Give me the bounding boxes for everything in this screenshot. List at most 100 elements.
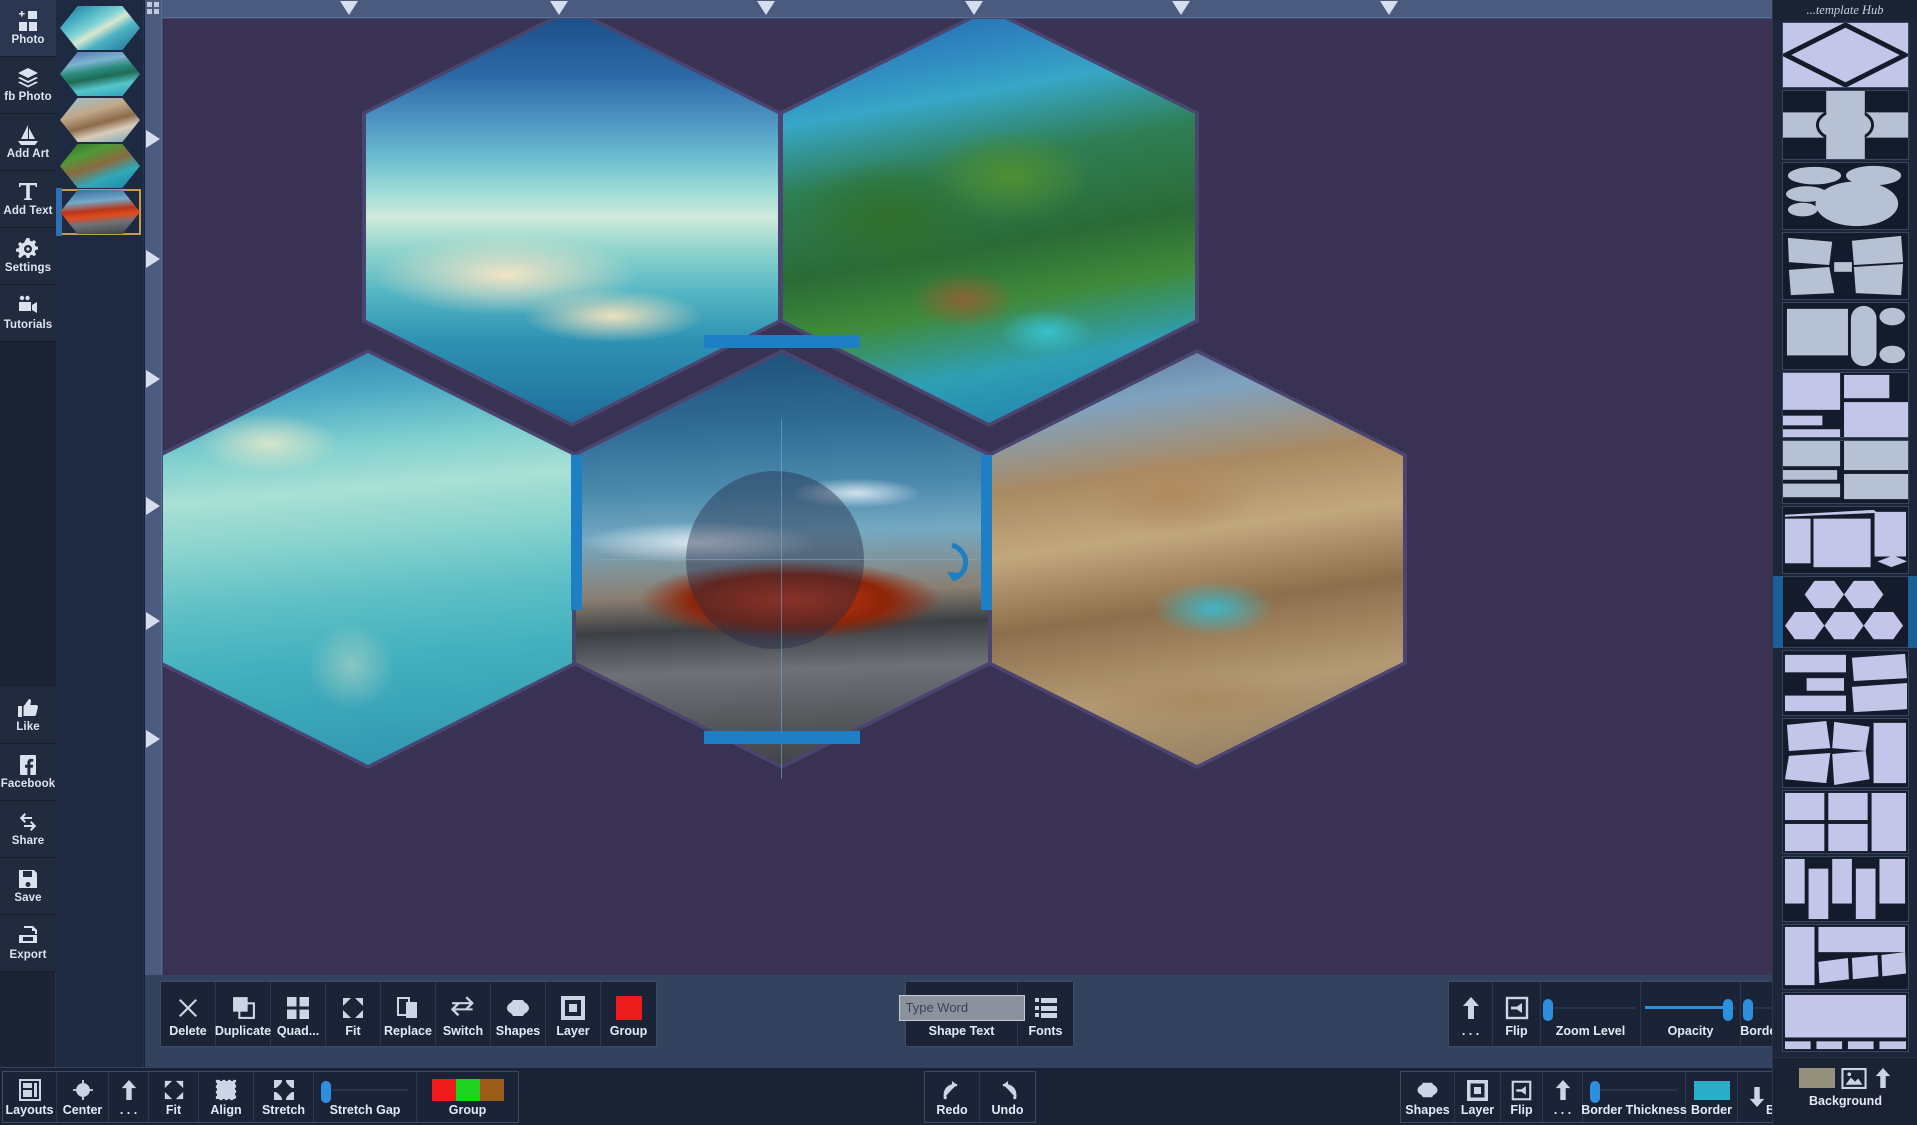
- quad-button[interactable]: Quad...: [271, 982, 326, 1046]
- template-blocks-a[interactable]: [1782, 372, 1909, 438]
- template-tilted-quads[interactable]: [1782, 232, 1909, 300]
- duplicate-button[interactable]: Duplicate: [215, 982, 271, 1046]
- undo-button[interactable]: Undo: [980, 1072, 1035, 1122]
- canvas-workspace[interactable]: [145, 0, 1772, 975]
- ruler-top[interactable]: [145, 0, 1772, 18]
- up-arrow-icon[interactable]: [1873, 1064, 1893, 1092]
- image-icon[interactable]: [1840, 1064, 1867, 1092]
- zoom-level-slider[interactable]: Zoom Level: [1541, 982, 1641, 1046]
- more-right-button[interactable]: . . .: [1543, 1072, 1583, 1122]
- sidebar-item-add-art[interactable]: Add Art: [0, 114, 56, 171]
- flip-button[interactable]: Flip: [1493, 982, 1541, 1046]
- slider-stretch-gap[interactable]: [318, 1076, 412, 1104]
- slider-zoom[interactable]: [1541, 991, 1640, 1025]
- replace-button[interactable]: Replace: [381, 982, 436, 1046]
- guide-marker-top[interactable]: [550, 1, 568, 15]
- redo-button[interactable]: Redo: [925, 1072, 980, 1122]
- opacity-slider[interactable]: Opacity: [1641, 982, 1741, 1046]
- template-pinwheel[interactable]: [1782, 718, 1909, 788]
- sidebar-item-export[interactable]: Export: [0, 915, 56, 972]
- slider-track-stretch-gap[interactable]: [318, 1076, 412, 1104]
- stretch-button[interactable]: Stretch: [254, 1072, 314, 1122]
- bg-color-swatch-icon[interactable]: [1798, 1064, 1835, 1092]
- guide-marker-left[interactable]: [146, 370, 160, 388]
- align-button[interactable]: Align: [199, 1072, 254, 1122]
- template-diamond[interactable]: [1782, 22, 1909, 88]
- template-rounded-mix[interactable]: [1782, 302, 1909, 370]
- border-thickness-bottom-slider[interactable]: Border Thickness: [1581, 1072, 1687, 1122]
- rotate-handle[interactable]: [944, 539, 978, 592]
- sidebar-item-like[interactable]: Like: [0, 687, 56, 744]
- resize-handle-left[interactable]: [571, 455, 582, 610]
- resize-handle-bottom[interactable]: [704, 731, 860, 744]
- template-angled-strip[interactable]: [1782, 924, 1909, 990]
- sidebar-item-tutorials[interactable]: Tutorials: [0, 285, 56, 342]
- guide-marker-left[interactable]: [146, 730, 160, 748]
- template-list[interactable]: [1773, 20, 1917, 1057]
- resize-handle-right[interactable]: [981, 455, 992, 610]
- layouts-button[interactable]: Layouts: [3, 1072, 57, 1122]
- grid-toggle-icon[interactable]: [147, 2, 160, 15]
- sidebar-item-share[interactable]: Share: [0, 801, 56, 858]
- guide-marker-left[interactable]: [146, 250, 160, 268]
- template-panorama[interactable]: [1782, 992, 1909, 1052]
- guide-marker-top[interactable]: [340, 1, 358, 15]
- sidebar-item-photo[interactable]: Photo: [0, 0, 56, 57]
- guide-marker-top[interactable]: [757, 1, 775, 15]
- shape-text-field-cell[interactable]: Shape Text: [898, 982, 1025, 1046]
- more-button[interactable]: . . .: [1449, 982, 1493, 1046]
- fit-button[interactable]: Fit: [326, 982, 381, 1046]
- guide-marker-top[interactable]: [1380, 1, 1398, 15]
- shapes-button[interactable]: Shapes: [491, 982, 546, 1046]
- cell-pool-villa[interactable]: [991, 353, 1403, 765]
- center-button[interactable]: Center: [57, 1072, 109, 1122]
- template-columns[interactable]: [1782, 856, 1909, 922]
- shapes-bottom-button[interactable]: Shapes: [1401, 1072, 1455, 1122]
- more-left-button[interactable]: . . .: [109, 1072, 149, 1122]
- template-tilt-rows[interactable]: [1782, 650, 1909, 716]
- guide-marker-top[interactable]: [965, 1, 983, 15]
- group-colors-button[interactable]: Group: [417, 1072, 518, 1122]
- border-color-bottom-button[interactable]: Border: [1686, 1072, 1738, 1122]
- guide-marker-left[interactable]: [146, 497, 160, 515]
- collage-canvas[interactable]: [163, 19, 1772, 975]
- list-item[interactable]: [60, 144, 140, 188]
- sidebar-item-fb-photo[interactable]: fb Photo: [0, 57, 56, 114]
- slider-track-zoom[interactable]: [1541, 994, 1640, 1022]
- template-cross-ellipse[interactable]: [1782, 90, 1909, 160]
- list-item[interactable]: [56, 188, 141, 236]
- template-blocks-b[interactable]: [1782, 440, 1909, 504]
- sidebar-item-facebook[interactable]: Facebook: [0, 744, 56, 801]
- template-grid-six[interactable]: [1782, 790, 1909, 854]
- layer-bottom-button[interactable]: Layer: [1455, 1072, 1501, 1122]
- slider-border-thickness-bottom[interactable]: [1587, 1076, 1681, 1104]
- group-button[interactable]: Group: [601, 982, 656, 1046]
- cell-atoll-lagoon[interactable]: [163, 353, 574, 765]
- flip-bottom-button[interactable]: Flip: [1501, 1072, 1543, 1122]
- guide-marker-top[interactable]: [1172, 1, 1190, 15]
- font-list-icon: [1034, 991, 1058, 1025]
- sidebar-item-add-text[interactable]: Add Text: [0, 171, 56, 228]
- list-item[interactable]: [60, 6, 140, 50]
- guide-marker-left[interactable]: [146, 130, 160, 148]
- switch-button[interactable]: Switch: [436, 982, 491, 1046]
- list-item[interactable]: [60, 52, 140, 96]
- slider-track-opacity[interactable]: [1641, 994, 1740, 1022]
- guide-marker-left[interactable]: [146, 612, 160, 630]
- sidebar-item-save[interactable]: Save: [0, 858, 56, 915]
- slider-track-border-bottom[interactable]: [1587, 1076, 1681, 1104]
- template-wide-panels[interactable]: [1782, 506, 1909, 574]
- slider-opacity[interactable]: [1641, 991, 1740, 1025]
- fit-bottom-button[interactable]: Fit: [149, 1072, 199, 1122]
- template-blobs[interactable]: [1782, 162, 1909, 230]
- photo-thumbnail-strip[interactable]: [56, 0, 144, 1125]
- stretch-gap-slider[interactable]: Stretch Gap: [314, 1072, 417, 1122]
- template-hexagons[interactable]: [1773, 576, 1917, 648]
- list-item[interactable]: [60, 98, 140, 142]
- search-input[interactable]: [898, 994, 1025, 1021]
- fonts-button[interactable]: Fonts: [1018, 982, 1073, 1046]
- layer-button[interactable]: Layer: [546, 982, 601, 1046]
- sidebar-item-settings[interactable]: Settings: [0, 228, 56, 285]
- resize-handle-top[interactable]: [704, 335, 860, 348]
- delete-button[interactable]: Delete: [161, 982, 216, 1046]
